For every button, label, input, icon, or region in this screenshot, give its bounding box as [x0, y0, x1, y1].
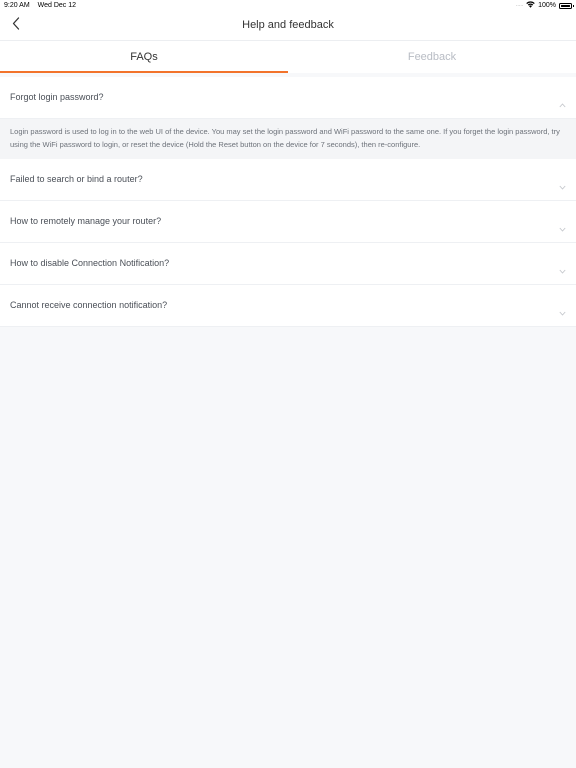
faq-list: Forgot login password? Login password is… — [0, 77, 576, 327]
chevron-up-icon — [559, 95, 566, 113]
page-title: Help and feedback — [242, 19, 334, 31]
chevron-down-icon — [559, 261, 566, 279]
battery-icon — [559, 2, 574, 9]
faq-item-forgot-password[interactable]: Forgot login password? — [0, 77, 576, 119]
faq-item-receive-notification[interactable]: Cannot receive connection notification? — [0, 285, 576, 327]
status-right: ····· 100% — [515, 1, 574, 10]
faq-item-remote-manage[interactable]: How to remotely manage your router? — [0, 201, 576, 243]
chevron-down-icon — [559, 177, 566, 195]
active-tab-indicator — [0, 71, 288, 73]
faq-item-search-bind-router[interactable]: Failed to search or bind a router? — [0, 159, 576, 201]
nav-bar: Help and feedback — [0, 12, 576, 40]
tab-feedback-label: Feedback — [407, 51, 457, 63]
wifi-icon — [526, 1, 535, 10]
faq-question: Forgot login password? — [10, 92, 104, 102]
tab-faqs-label: FAQs — [130, 51, 158, 63]
tab-faqs[interactable]: FAQs — [0, 41, 288, 73]
faq-question: How to disable Connection Notification? — [10, 258, 170, 268]
status-bar: 9:20 AM Wed Dec 12 ····· 100% — [0, 0, 576, 12]
faq-item-disable-notification[interactable]: How to disable Connection Notification? — [0, 243, 576, 285]
signal-icon: ····· — [515, 2, 524, 9]
faq-question: Cannot receive connection notification? — [10, 300, 168, 310]
faq-question: Failed to search or bind a router? — [10, 174, 143, 184]
faq-question: How to remotely manage your router? — [10, 216, 162, 226]
faq-answer: Login password is used to log in to the … — [0, 119, 576, 159]
chevron-down-icon — [559, 303, 566, 321]
status-left: 9:20 AM Wed Dec 12 — [4, 2, 82, 9]
status-date: Wed Dec 12 — [37, 2, 77, 9]
tab-feedback[interactable]: Feedback — [288, 41, 576, 73]
battery-percent: 100% — [538, 2, 556, 9]
tab-bar: FAQs Feedback — [0, 40, 576, 73]
status-time: 9:20 AM — [4, 2, 30, 9]
chevron-down-icon — [559, 219, 566, 237]
